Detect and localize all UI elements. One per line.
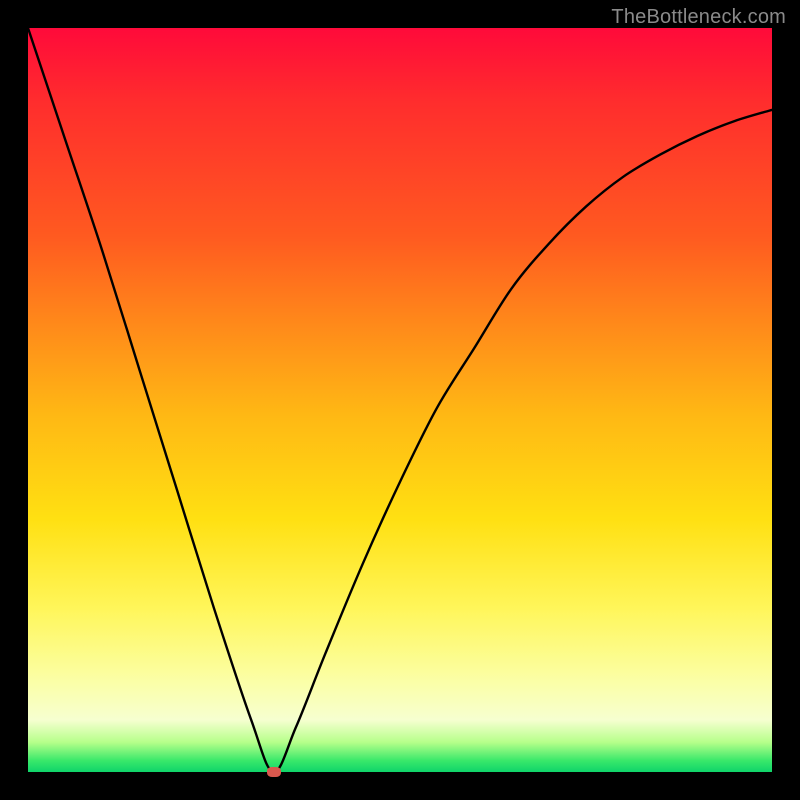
optimum-marker (267, 767, 281, 777)
chart-frame: TheBottleneck.com (0, 0, 800, 800)
bottleneck-curve (28, 28, 772, 772)
watermark-text: TheBottleneck.com (611, 6, 786, 29)
plot-area (28, 28, 772, 772)
